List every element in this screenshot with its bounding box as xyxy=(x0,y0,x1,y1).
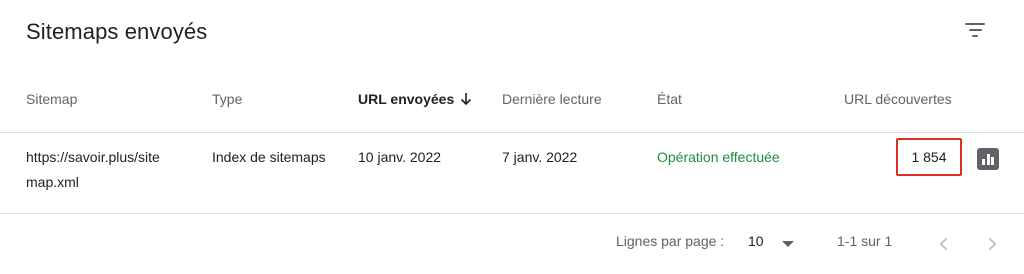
sitemap-url-line-1: https://savoir.plus/site xyxy=(26,149,160,165)
row-divider xyxy=(0,213,1024,214)
header-divider xyxy=(0,132,1024,133)
last-read-cell: 7 janv. 2022 xyxy=(502,149,578,165)
discovered-urls-count: 1 854 xyxy=(896,138,962,176)
rows-per-page-label: Lignes par page : xyxy=(616,233,725,249)
chevron-right-icon[interactable] xyxy=(984,236,1000,252)
column-header-type[interactable]: Type xyxy=(212,91,242,107)
rows-per-page-select[interactable]: 10 xyxy=(748,233,764,249)
column-header-urls-discovered[interactable]: URL découvertes xyxy=(844,91,952,107)
column-header-urls-submitted[interactable]: URL envoyées xyxy=(358,91,472,107)
column-header-label: URL envoyées xyxy=(358,91,455,107)
bar-chart-icon[interactable] xyxy=(977,148,999,170)
status-cell: Opération effectuée xyxy=(657,149,780,165)
submitted-date-cell: 10 janv. 2022 xyxy=(358,149,442,165)
sitemap-url-line-2: map.xml xyxy=(26,174,79,190)
page-title: Sitemaps envoyés xyxy=(26,19,208,44)
pagination-range: 1-1 sur 1 xyxy=(837,233,893,249)
filter-list-icon[interactable] xyxy=(957,16,993,44)
column-header-sitemap[interactable]: Sitemap xyxy=(26,91,77,107)
chevron-down-icon[interactable] xyxy=(782,241,794,247)
arrow-down-icon xyxy=(461,93,472,106)
column-header-status[interactable]: État xyxy=(657,91,682,107)
sitemaps-card: Sitemaps envoyés Sitemap Type URL envoyé… xyxy=(0,0,1024,274)
sitemap-url-cell[interactable]: https://savoir.plus/site map.xml xyxy=(26,145,186,195)
type-cell: Index de sitemaps xyxy=(212,149,326,165)
chevron-left-icon[interactable] xyxy=(936,236,952,252)
column-header-last-read[interactable]: Dernière lecture xyxy=(502,91,602,107)
